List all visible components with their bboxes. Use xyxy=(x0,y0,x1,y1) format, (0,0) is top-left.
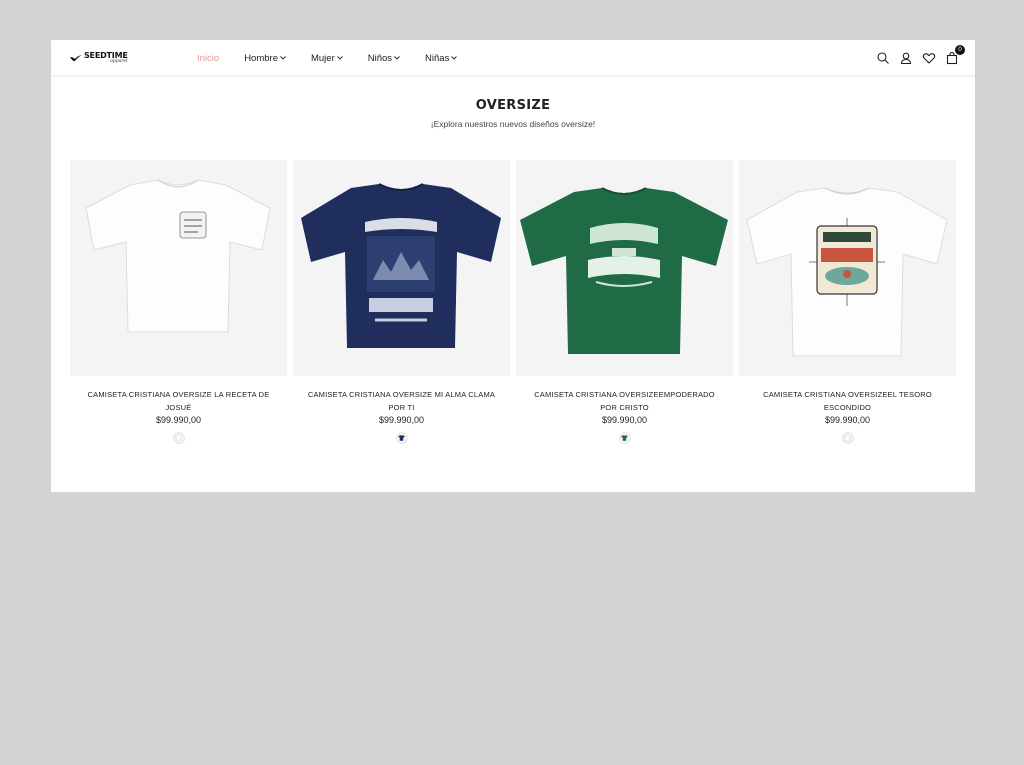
nav-item-hombre[interactable]: Hombre xyxy=(244,53,286,64)
section-subtitle: ¡Explora nuestros nuevos diseños oversiz… xyxy=(430,119,596,129)
tshirt-swatch-icon xyxy=(621,435,628,441)
tshirt-swatch-icon xyxy=(844,435,851,441)
tshirt-swatch-icon xyxy=(398,435,405,441)
color-swatch[interactable] xyxy=(395,432,408,444)
product-image[interactable] xyxy=(293,160,510,376)
chevron-down-icon xyxy=(451,56,458,60)
search-icon xyxy=(877,52,889,64)
product-card: CAMISETA CRISTIANA OVERSIZE LA RECETA DE… xyxy=(70,160,287,444)
account-button[interactable] xyxy=(899,51,913,65)
brand-sub: apparel xyxy=(110,58,128,64)
product-price: $99.990,00 xyxy=(824,415,871,425)
brand-logo[interactable]: SEEDTIME apparel xyxy=(70,50,128,66)
seed-logo-icon xyxy=(70,55,82,62)
product-card: CAMISETA CRISTIANA OVERSIZEEMPODERADO PO… xyxy=(516,160,733,444)
nav-item-ninos[interactable]: Niños xyxy=(368,53,400,64)
product-image[interactable] xyxy=(739,160,956,376)
site-header: SEEDTIME apparel Inicio Hombre Mujer Niñ… xyxy=(51,40,975,76)
heart-icon xyxy=(922,53,936,64)
nav-label: Niños xyxy=(367,52,393,64)
product-price: $99.990,00 xyxy=(155,415,202,425)
color-swatch[interactable] xyxy=(841,432,854,444)
wishlist-button[interactable] xyxy=(922,51,936,65)
chevron-down-icon xyxy=(394,56,400,60)
product-name[interactable]: CAMISETA CRISTIANA OVERSIZE LA RECETA DE… xyxy=(70,388,287,414)
product-card: CAMISETA CRISTIANA OVERSIZE MI ALMA CLAM… xyxy=(293,160,510,444)
product-price: $99.990,00 xyxy=(378,415,425,425)
white-tshirt-image xyxy=(746,187,948,357)
user-icon xyxy=(900,52,912,65)
product-name[interactable]: CAMISETA CRISTIANA OVERSIZE MI ALMA CLAM… xyxy=(293,388,510,414)
nav-label: Mujer xyxy=(310,52,335,64)
header-icons: 0 xyxy=(867,40,965,76)
nav-item-ninas[interactable]: Niñas xyxy=(425,52,458,64)
chevron-down-icon xyxy=(280,56,286,60)
product-name[interactable]: CAMISETA CRISTIANA OVERSIZEEL TESORO ESC… xyxy=(739,388,956,414)
product-name[interactable]: CAMISETA CRISTIANA OVERSIZEEMPODERADO PO… xyxy=(516,388,733,414)
product-card: CAMISETA CRISTIANA OVERSIZEEL TESORO ESC… xyxy=(739,160,956,444)
cart-button[interactable]: 0 xyxy=(945,45,965,65)
nav-label: Hombre xyxy=(244,52,278,64)
main-nav: Inicio Hombre Mujer Niños Niñas xyxy=(197,40,482,76)
product-image[interactable] xyxy=(516,160,733,376)
section-title: OVERSIZE xyxy=(475,98,551,113)
product-price: $99.990,00 xyxy=(601,415,648,425)
green-tshirt-image xyxy=(520,187,728,354)
tshirt-swatch-icon xyxy=(175,435,182,441)
nav-label: Inicio xyxy=(197,52,220,64)
cart-count-badge: 0 xyxy=(955,45,965,55)
chevron-down-icon xyxy=(336,56,343,60)
white-tshirt-image xyxy=(85,179,271,333)
product-image[interactable] xyxy=(70,160,287,376)
nav-item-inicio[interactable]: Inicio xyxy=(197,53,219,64)
page: SEEDTIME apparel Inicio Hombre Mujer Niñ… xyxy=(51,40,975,492)
product-grid: CAMISETA CRISTIANA OVERSIZE LA RECETA DE… xyxy=(70,160,956,444)
navy-tshirt-image xyxy=(301,183,501,348)
color-swatch[interactable] xyxy=(172,432,185,444)
nav-item-mujer[interactable]: Mujer xyxy=(311,53,343,64)
search-button[interactable] xyxy=(876,51,890,65)
nav-label: Niñas xyxy=(425,52,450,64)
color-swatch[interactable] xyxy=(618,432,631,444)
